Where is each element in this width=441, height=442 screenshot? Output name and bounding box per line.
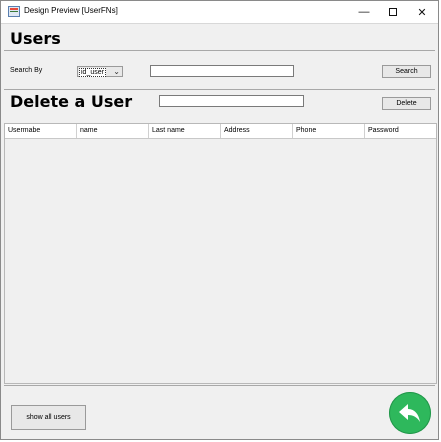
column-header-password[interactable]: Password [365, 124, 436, 138]
close-button[interactable]: ✕ [409, 1, 435, 23]
delete-button[interactable]: Delete [382, 97, 431, 110]
users-table[interactable]: Usermabe name Last name Address Phone Pa… [4, 123, 437, 384]
app-icon [8, 6, 20, 17]
maximize-button[interactable] [380, 1, 406, 23]
column-header-name[interactable]: name [77, 124, 149, 138]
column-header-phone[interactable]: Phone [293, 124, 365, 138]
users-heading: Users [10, 29, 61, 48]
search-button[interactable]: Search [382, 65, 431, 78]
column-header-usermabe[interactable]: Usermabe [5, 124, 77, 138]
show-all-users-button[interactable]: show all users [11, 405, 86, 430]
maximize-icon [389, 8, 397, 16]
close-icon: ✕ [417, 6, 427, 19]
search-by-dropdown[interactable]: id_user ⌄ [77, 66, 123, 77]
section-divider [4, 50, 435, 51]
section-divider [4, 89, 435, 90]
search-by-label: Search By [10, 67, 43, 74]
minimize-button[interactable]: — [351, 1, 377, 23]
table-header: Usermabe name Last name Address Phone Pa… [5, 124, 436, 139]
delete-user-input[interactable] [159, 95, 304, 107]
column-header-last-name[interactable]: Last name [149, 124, 221, 138]
minimize-icon: — [358, 6, 370, 18]
search-input[interactable] [150, 65, 294, 77]
delete-user-heading: Delete a User [10, 92, 133, 111]
chevron-down-icon: ⌄ [113, 67, 120, 76]
back-button[interactable] [389, 392, 431, 434]
window-title: Design Preview [UserFNs] [24, 6, 118, 15]
footer-divider [4, 385, 435, 386]
app-window: Design Preview [UserFNs] — ✕ Users Searc… [0, 0, 439, 440]
title-bar[interactable]: Design Preview [UserFNs] — ✕ [1, 1, 438, 24]
column-header-address[interactable]: Address [221, 124, 293, 138]
undo-arrow-icon [399, 404, 420, 422]
search-by-selected-value: id_user [79, 68, 106, 77]
